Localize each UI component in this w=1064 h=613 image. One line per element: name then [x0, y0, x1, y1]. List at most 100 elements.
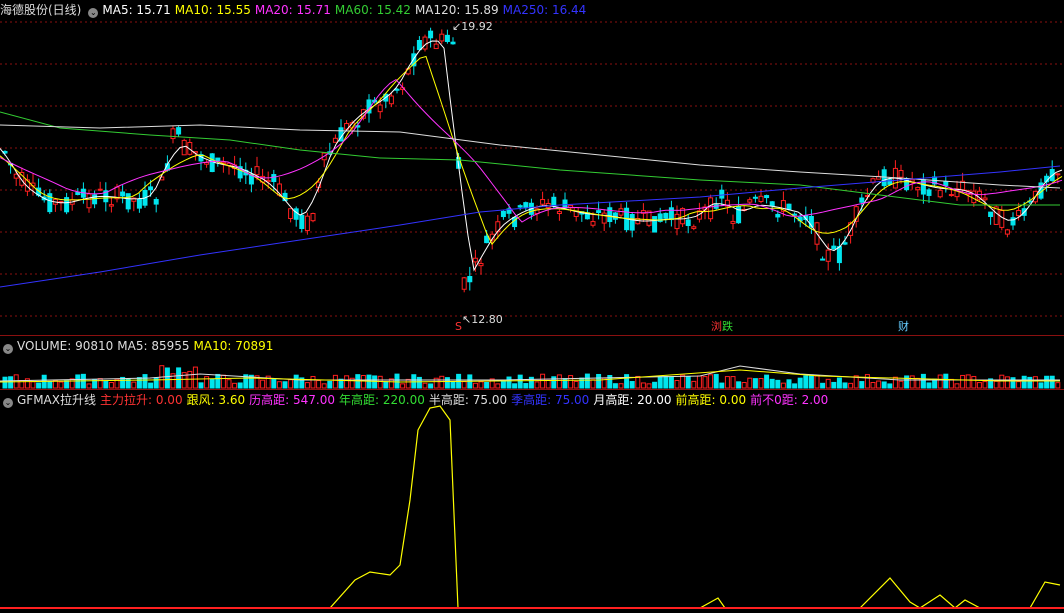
volume-bar	[999, 374, 1005, 389]
candle-body	[999, 210, 1005, 228]
candle-body	[652, 216, 658, 233]
settings-circle-icon[interactable]: ⌄	[88, 8, 99, 18]
volume-bar	[556, 374, 562, 389]
ma-legend-item-2: MA20: 15.71	[254, 3, 331, 17]
candle-body	[304, 215, 310, 232]
candle-body	[271, 174, 277, 183]
marker-cai[interactable]: 财	[898, 321, 909, 333]
volume-bar	[898, 380, 904, 389]
volume-bar	[646, 383, 652, 389]
volume-bar	[870, 381, 876, 389]
marker-s[interactable]: S	[455, 321, 462, 333]
volume-bar	[1038, 382, 1044, 389]
candle-body	[484, 235, 490, 244]
candle-body	[299, 214, 305, 230]
volume-bar	[618, 383, 624, 389]
volume-bar	[719, 382, 725, 389]
volume-bar	[864, 374, 870, 389]
price-chart-panel[interactable]: 海德股份(日线) ⌄ MA5: 15.71 MA10: 15.55 MA20: 15.7…	[0, 0, 1064, 335]
marker-die[interactable]: 跌	[722, 321, 733, 333]
candle-body	[310, 213, 316, 222]
volume-bar	[629, 381, 635, 389]
volume-bar	[1016, 381, 1022, 389]
volume-bar	[590, 379, 596, 389]
candle-body	[517, 205, 523, 208]
volume-bar	[495, 383, 501, 389]
volume-bar	[394, 373, 400, 389]
volume-bar	[680, 374, 686, 389]
candle-body	[467, 276, 473, 283]
volume-bar	[344, 375, 350, 389]
candle-body	[836, 246, 842, 264]
volume-bar	[148, 382, 154, 389]
volume-bar	[814, 375, 820, 389]
volume-bar	[820, 382, 826, 389]
candle-body	[825, 249, 831, 262]
volume-bar	[724, 376, 730, 389]
ma-legend-item-5: MA250: 16.44	[502, 3, 587, 17]
volume-bar	[948, 378, 954, 389]
candle-body	[747, 199, 753, 203]
volume-bar	[478, 381, 484, 389]
candle-body	[937, 189, 943, 198]
indicator-legend-item-7: 前高距: 0.00	[675, 393, 747, 407]
volume-bar	[136, 377, 142, 389]
volume-bar	[775, 379, 781, 389]
marker-liu[interactable]: 浏	[711, 321, 722, 333]
candle-body	[898, 170, 904, 178]
candle-body	[1010, 217, 1016, 226]
volume-bar	[842, 382, 848, 389]
settings-circle-icon[interactable]: ⌄	[3, 398, 13, 408]
price-header: 海德股份(日线) ⌄ MA5: 15.71 MA10: 15.55 MA20: 15.7…	[0, 2, 594, 18]
volume-bar	[444, 377, 450, 389]
volume-bar	[86, 383, 92, 389]
volume-bar	[534, 381, 540, 389]
candle-body	[988, 211, 994, 217]
indicator-legend-item-0: 主力拉升: 0.00	[100, 393, 183, 407]
volume-bar	[640, 382, 646, 389]
candle-body	[394, 88, 400, 91]
indicator-panel[interactable]: ⌄ GFMAX拉升线 主力拉升: 0.00 跟风: 3.60 历高距: 547.00 年高…	[0, 390, 1064, 613]
volume-bar	[439, 375, 445, 389]
settings-circle-icon[interactable]: ⌄	[3, 344, 13, 354]
volume-bar	[506, 376, 512, 389]
volume-panel[interactable]: ⌄ VOLUME: 90810 MA5: 85955 MA10: 70891	[0, 336, 1064, 390]
volume-bar	[237, 382, 243, 389]
volume-bar	[674, 379, 680, 389]
volume-bar	[668, 376, 674, 389]
volume-bar	[472, 382, 478, 389]
volume-bar	[400, 383, 406, 389]
candle-body	[982, 197, 988, 201]
volume-bar	[176, 367, 182, 389]
volume-bar	[848, 382, 854, 389]
volume-bar	[517, 374, 523, 389]
indicator-chart[interactable]	[0, 390, 1064, 613]
volume-bar	[316, 380, 322, 389]
indicator-legend-item-6: 月高距: 20.00	[593, 393, 672, 407]
candle-body	[153, 198, 159, 205]
low-price-label: ↖12.80	[462, 313, 503, 326]
candle-body	[293, 208, 299, 220]
candle-body	[629, 214, 635, 231]
volume-bar	[58, 381, 64, 389]
candle-body	[428, 30, 434, 39]
candle-body	[523, 202, 529, 208]
volume-bar	[579, 377, 585, 389]
volume-bar	[887, 383, 893, 389]
candle-body	[691, 226, 697, 229]
volume-header: ⌄ VOLUME: 90810 MA5: 85955 MA10: 70891	[0, 338, 281, 354]
candle-body	[388, 95, 394, 105]
candle-body	[842, 242, 848, 245]
candle-body	[769, 201, 775, 207]
candlestick-chart[interactable]	[0, 0, 1064, 335]
volume-bar	[523, 383, 529, 389]
volume-bar	[943, 373, 949, 389]
volume-bar	[1004, 376, 1010, 389]
volume-bar	[808, 374, 814, 389]
volume-bar	[293, 374, 299, 389]
volume-bar	[612, 383, 618, 389]
volume-bar	[8, 376, 14, 389]
volume-bar	[691, 380, 697, 389]
volume-bar	[596, 373, 602, 389]
candle-body	[416, 39, 422, 51]
